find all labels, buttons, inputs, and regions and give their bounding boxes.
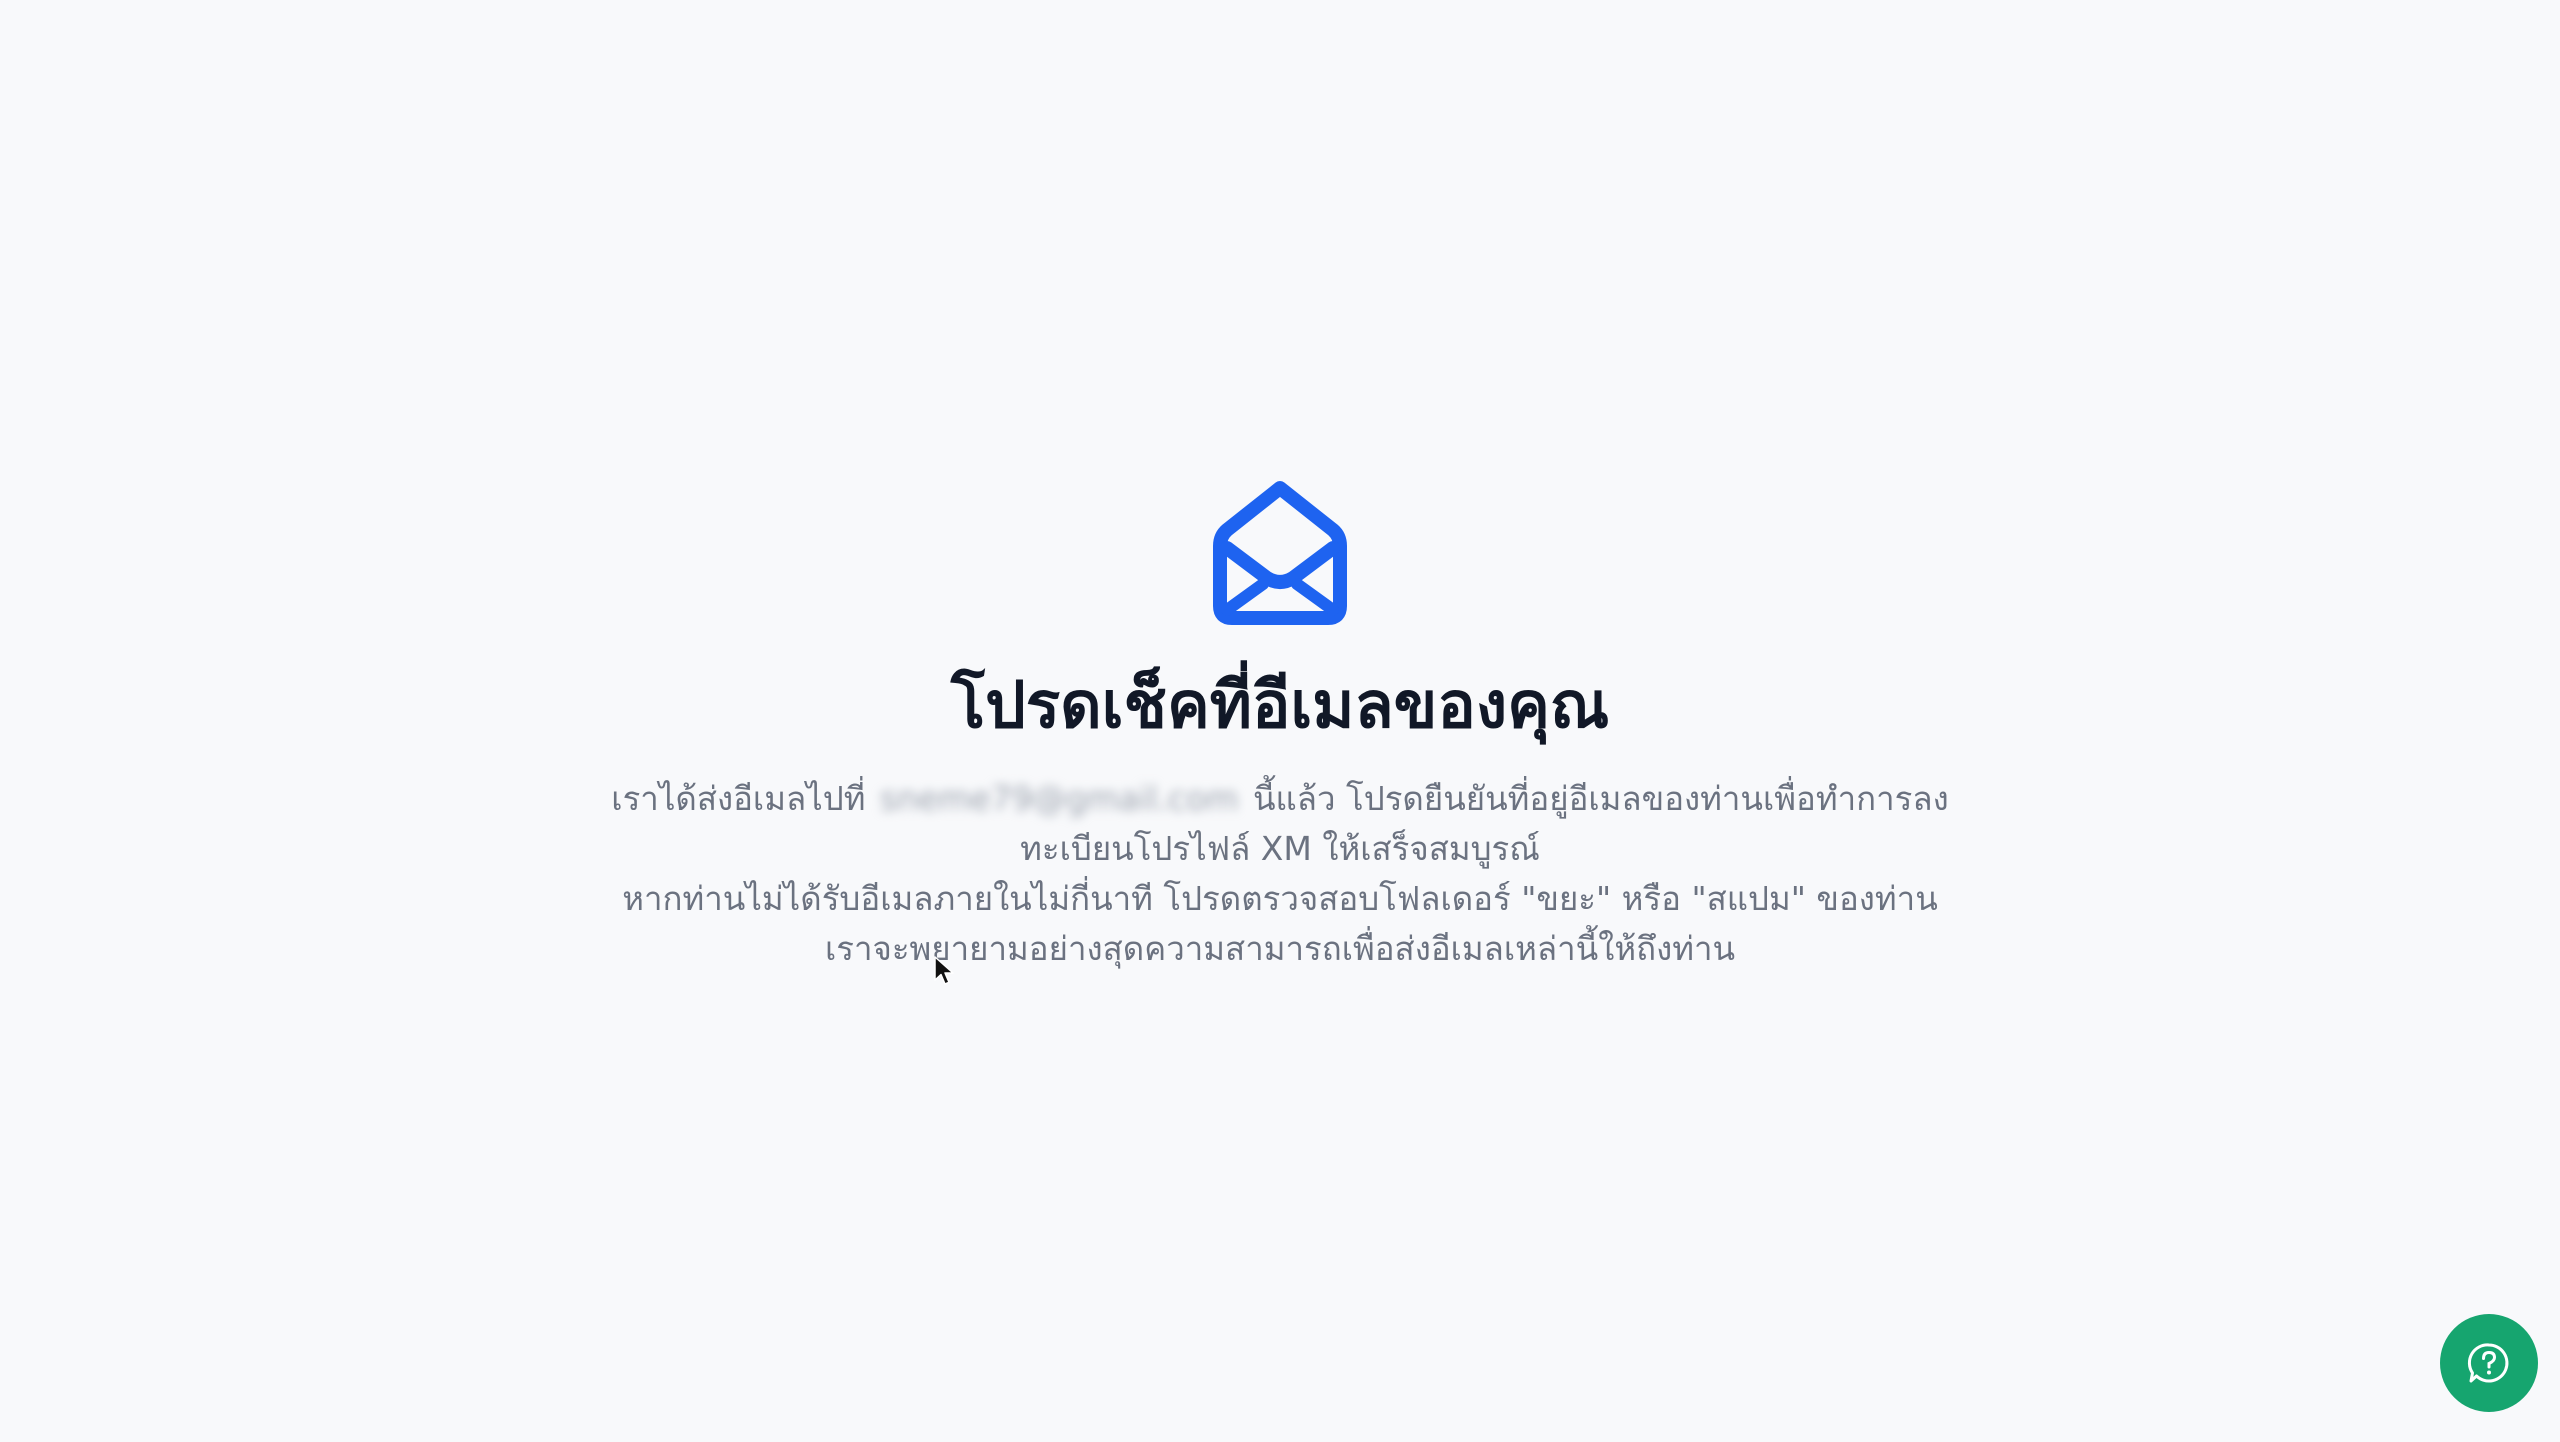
- page-title: โปรดเช็คที่อีเมลของคุณ: [950, 669, 1610, 743]
- message-line-1-start: เราได้ส่งอีเมลไปที่: [611, 779, 866, 818]
- envelope-open-icon: [1213, 481, 1347, 625]
- message-line-4: เราจะพยายามอย่างสุดความสามารถเพื่อส่งอีเ…: [824, 929, 1736, 968]
- message-line-1: เราได้ส่งอีเมลไปที่ sneme79@gmail.com นี…: [580, 774, 1980, 824]
- email-verification-page: โปรดเช็คที่อีเมลของคุณ เราได้ส่งอีเมลไปท…: [0, 0, 2560, 1442]
- message-line-2: ทะเบียนโปรไฟล์ XM ให้เสร็จสมบูรณ์: [1020, 829, 1540, 868]
- help-chat-button[interactable]: [2440, 1314, 2538, 1412]
- question-chat-icon: [2467, 1343, 2509, 1383]
- verification-message: เราได้ส่งอีเมลไปที่ sneme79@gmail.com นี…: [580, 774, 1980, 974]
- message-line-3: หากท่านไม่ได้รับอีเมลภายในไม่กี่นาที โปร…: [622, 879, 1938, 918]
- redacted-email-address: sneme79@gmail.com: [879, 779, 1239, 818]
- message-line-1-end: นี้แล้ว โปรดยืนยันที่อยู่อีเมลของท่านเพื…: [1252, 779, 1949, 818]
- mouse-pointer-icon: [934, 956, 954, 985]
- verification-content: โปรดเช็คที่อีเมลของคุณ เราได้ส่งอีเมลไปท…: [0, 478, 2560, 974]
